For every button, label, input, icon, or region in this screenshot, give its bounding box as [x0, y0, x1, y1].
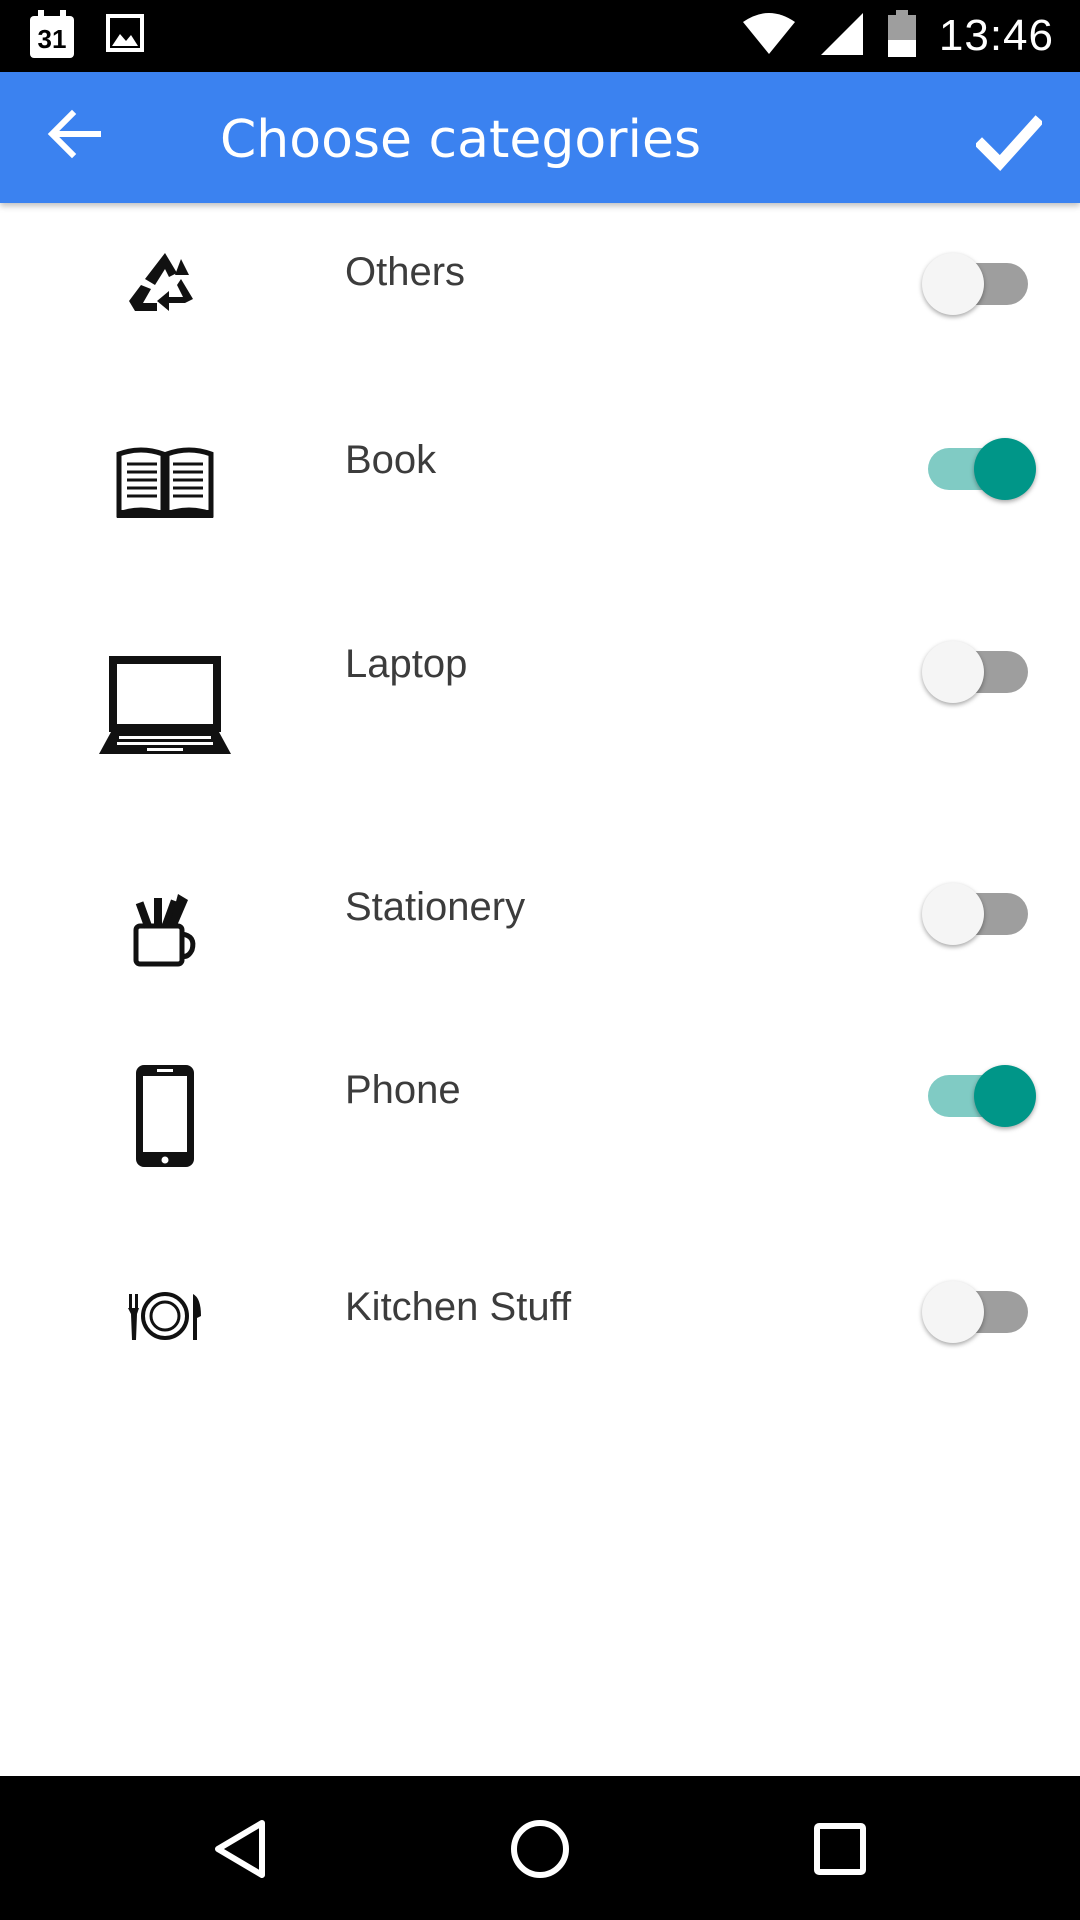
calendar-day: 31: [37, 24, 67, 54]
switch-thumb: [922, 1281, 984, 1343]
kitchen-icon: [95, 1246, 235, 1386]
home-circle-icon: [508, 1817, 572, 1885]
signal-icon: [819, 11, 865, 61]
category-switch-book[interactable]: [920, 433, 1040, 503]
battery-icon: [887, 10, 917, 62]
category-switch-others[interactable]: [920, 248, 1040, 318]
clock: 13:46: [938, 11, 1054, 60]
recycle-icon: [95, 215, 235, 355]
status-right: 13:46: [741, 0, 1054, 72]
category-label: Stationery: [345, 885, 526, 929]
book-icon: [95, 412, 235, 552]
category-row-others: Others: [0, 200, 1080, 380]
category-label: Laptop: [345, 642, 468, 686]
check-icon: [974, 115, 1044, 175]
switch-thumb: [922, 253, 984, 315]
category-row-kitchen-stuff: Kitchen Stuff: [0, 1250, 1080, 1430]
image-icon: [106, 14, 144, 56]
confirm-button[interactable]: [966, 102, 1052, 188]
switch-thumb: [922, 641, 984, 703]
navigation-bar: [0, 1776, 1080, 1920]
nav-home-button[interactable]: [495, 1806, 585, 1896]
category-row-stationery: Stationery: [0, 850, 1080, 1030]
back-button[interactable]: [36, 98, 112, 174]
arrow-back-icon: [46, 109, 102, 163]
category-row-laptop: Laptop: [0, 600, 1080, 800]
category-row-phone: Phone: [0, 1030, 1080, 1230]
category-switch-phone[interactable]: [920, 1060, 1040, 1130]
laptop-icon: [95, 636, 235, 776]
category-label: Phone: [345, 1068, 461, 1112]
category-switch-kitchen-stuff[interactable]: [920, 1276, 1040, 1346]
status-bar: 31 13:46: [0, 0, 1080, 72]
category-switch-stationery[interactable]: [920, 878, 1040, 948]
category-label: Book: [345, 438, 437, 482]
nav-recents-button[interactable]: [795, 1806, 885, 1896]
status-left: 31: [28, 10, 144, 60]
app-bar: Choose categories: [0, 72, 1080, 203]
category-switch-laptop[interactable]: [920, 636, 1040, 706]
category-label: Kitchen Stuff: [345, 1285, 572, 1329]
switch-thumb: [974, 1065, 1036, 1127]
page-title: Choose categories: [220, 110, 702, 170]
wifi-icon: [741, 12, 797, 60]
switch-thumb: [922, 883, 984, 945]
switch-thumb: [974, 438, 1036, 500]
back-triangle-icon: [210, 1817, 270, 1885]
category-row-book: Book: [0, 400, 1080, 580]
stationery-icon: [95, 860, 235, 1000]
calendar-icon: 31: [28, 10, 76, 60]
category-label: Others: [345, 250, 466, 294]
phone-icon: [95, 1046, 235, 1186]
nav-back-button[interactable]: [195, 1806, 285, 1896]
recents-square-icon: [812, 1821, 868, 1881]
